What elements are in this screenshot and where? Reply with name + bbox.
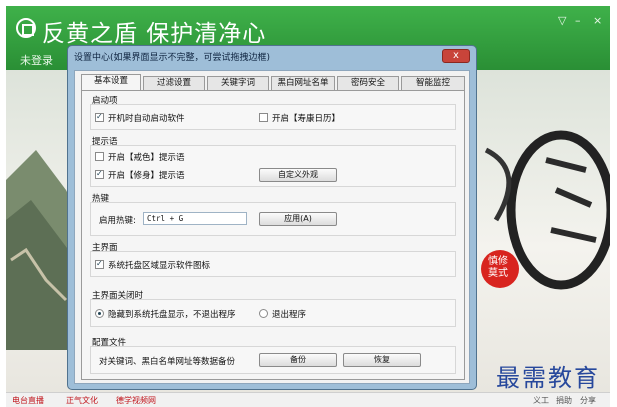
section-main: 系统托盘区域显示软件图标: [90, 251, 456, 277]
dialog-title: 设置中心(如果界面显示不完整，可尝试拖拽边框): [74, 53, 271, 63]
exit-program-radio[interactable]: [259, 309, 268, 318]
close-icon[interactable]: ×: [593, 14, 602, 27]
section-close-behavior: 隐藏到系统托盘显示，不退出程序 退出程序: [90, 299, 456, 327]
footer-link-video[interactable]: 德学视频网: [116, 395, 156, 406]
footer-link-volunteer[interactable]: 义工: [533, 395, 549, 406]
tab-basic[interactable]: 基本设置: [81, 74, 141, 91]
footer-link-radio[interactable]: 电台直播: [12, 395, 44, 406]
section-tips: 开启【戒色】提示语 开启【修身】提示语 自定义外观: [90, 145, 456, 187]
hotkey-input[interactable]: Ctrl + G: [143, 212, 247, 225]
footer-link-donate[interactable]: 捐助: [556, 395, 572, 406]
footer-link-share[interactable]: 分享: [580, 395, 596, 406]
dialog-close-button[interactable]: x: [442, 49, 470, 63]
calendar-label: 开启【寿康日历】: [272, 114, 341, 124]
tab-panel-basic: 启动项 开机时自动启动软件 开启【寿康日历】 提示语 开启【戒色】提示语 开启【…: [81, 90, 465, 380]
shield-logo-icon: [16, 18, 36, 38]
customize-appearance-button[interactable]: 自定义外观: [259, 168, 337, 182]
section-startup: 开机时自动启动软件 开启【寿康日历】: [90, 104, 456, 130]
lust-tip-checkbox[interactable]: [95, 152, 104, 161]
tab-bar: 基本设置 过滤设置 关键字词 黑白网址名单 密码安全 智能监控: [81, 74, 469, 91]
settings-dialog: 设置中心(如果界面显示不完整，可尝试拖拽边框) x 基本设置 过滤设置 关键字词…: [67, 45, 477, 390]
cultivate-tip-label: 开启【修身】提示语: [108, 171, 185, 181]
tab-url-lists[interactable]: 黑白网址名单: [271, 76, 335, 90]
hide-to-tray-label: 隐藏到系统托盘显示，不退出程序: [108, 310, 236, 320]
great-wall-art: [6, 150, 76, 350]
brand-watermark: 最需教育: [496, 364, 600, 392]
autostart-checkbox[interactable]: [95, 112, 104, 122]
exit-program-label: 退出程序: [272, 310, 307, 320]
backup-button[interactable]: 备份: [259, 353, 337, 367]
calendar-checkbox[interactable]: [259, 113, 268, 122]
app-title: 反黄之盾 保护清净心: [42, 21, 267, 47]
lust-tip-label: 开启【戒色】提示语: [108, 153, 185, 163]
hotkey-label: 启用热键:: [99, 216, 136, 226]
minimize-icon[interactable]: –: [575, 14, 581, 27]
tab-filter[interactable]: 过滤设置: [143, 76, 205, 90]
seal-text: 慎修莫式: [488, 256, 508, 279]
restore-button[interactable]: 恢复: [343, 353, 421, 367]
menu-icon[interactable]: ▽: [558, 14, 566, 27]
tab-monitor[interactable]: 智能监控: [401, 76, 465, 90]
tray-icon-label: 系统托盘区域显示软件图标: [108, 261, 211, 271]
section-hotkey: 启用热键: Ctrl + G 应用(A): [90, 202, 456, 236]
dialog-content: 基本设置 过滤设置 关键字词 黑白网址名单 密码安全 智能监控 启动项 开机时自…: [74, 70, 470, 384]
login-link[interactable]: 未登录: [20, 52, 53, 68]
hide-to-tray-radio[interactable]: [95, 309, 104, 318]
app-footer: 电台直播 正气文化 德学视频网 义工 捐助 分享: [6, 392, 610, 407]
cultivate-tip-checkbox[interactable]: [95, 169, 104, 179]
apply-hotkey-button[interactable]: 应用(A): [259, 212, 337, 226]
tray-icon-checkbox[interactable]: [95, 259, 104, 269]
autostart-label: 开机时自动启动软件: [108, 114, 185, 124]
tab-password[interactable]: 密码安全: [337, 76, 399, 90]
tab-keywords[interactable]: 关键字词: [207, 76, 269, 90]
section-config: 对关键词、黑白名单网址等数据备份 备份 恢复: [90, 346, 456, 374]
config-description: 对关键词、黑白名单网址等数据备份: [99, 357, 236, 367]
footer-link-culture[interactable]: 正气文化: [66, 395, 98, 406]
